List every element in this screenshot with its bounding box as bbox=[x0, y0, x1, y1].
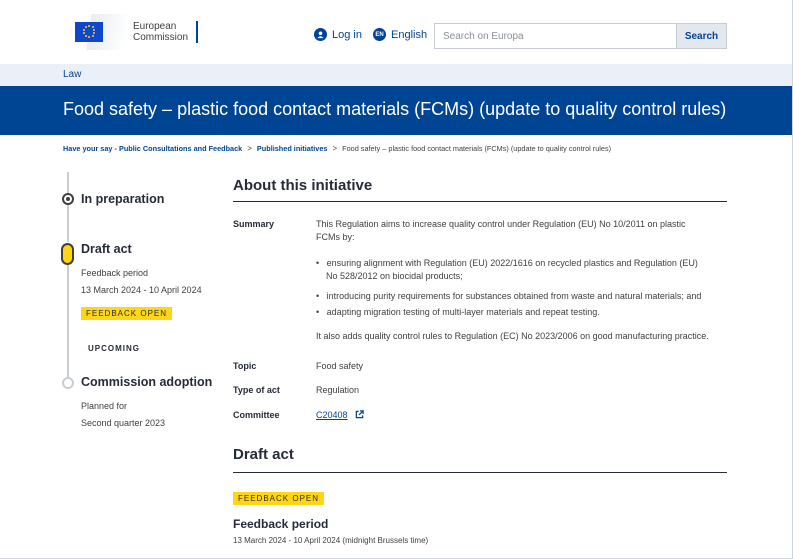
summary-intro-line-1: This Regulation aims to increase quality… bbox=[316, 219, 686, 229]
type-of-act-value: Regulation bbox=[316, 385, 360, 395]
timeline-dot-draft-active bbox=[61, 243, 74, 265]
section-divider bbox=[233, 472, 727, 473]
status-badge: FEEDBACK OPEN bbox=[233, 492, 325, 505]
page-frame: European Commission Log in EN English Se… bbox=[0, 0, 793, 559]
summary-bullet-text: introducing purity requirements for subs… bbox=[326, 291, 702, 301]
summary-bullet: adapting migration testing of multi-laye… bbox=[316, 306, 726, 319]
type-of-act-label: Type of act bbox=[233, 385, 280, 395]
timeline-line bbox=[67, 172, 69, 242]
breadcrumb-separator: > bbox=[332, 144, 338, 153]
breadcrumb-separator: > bbox=[247, 144, 252, 153]
timeline-dot-adoption bbox=[62, 377, 74, 389]
logo-line-2: Commission bbox=[133, 32, 189, 43]
timeline-draft-title: Draft act bbox=[81, 242, 132, 256]
site-header: European Commission Log in EN English Se… bbox=[0, 0, 792, 64]
law-bar: Law bbox=[0, 64, 792, 86]
about-heading: About this initiative bbox=[233, 177, 373, 194]
logo-line-1: European bbox=[133, 21, 177, 32]
user-icon bbox=[314, 28, 327, 41]
breadcrumb-item-current: Food safety – plastic food contact mater… bbox=[342, 144, 612, 153]
timeline-dot-preparation bbox=[62, 193, 74, 205]
status-badge: FEEDBACK OPEN bbox=[81, 307, 173, 320]
summary-bullet-text: adapting migration testing of multi-laye… bbox=[326, 307, 600, 317]
language-label: English bbox=[391, 28, 428, 41]
feedback-period-title: Feedback period bbox=[233, 517, 329, 531]
timeline-adoption-title: Commission adoption bbox=[81, 375, 213, 389]
summary-intro-line-2: FCMs by: bbox=[316, 232, 355, 242]
summary-label: Summary bbox=[233, 219, 275, 229]
timeline-draft-dates: 13 March 2024 - 10 April 2024 bbox=[81, 285, 202, 295]
page-title-bar: Food safety – plastic food contact mater… bbox=[0, 86, 792, 135]
language-icon: EN bbox=[373, 28, 386, 41]
summary-bullet: ensuring alignment with Regulation (EU) … bbox=[316, 257, 726, 283]
committee-value: C20408 bbox=[316, 409, 364, 423]
summary-bullet: introducing purity requirements for subs… bbox=[316, 290, 726, 303]
summary-outro: It also adds quality control rules to Re… bbox=[316, 331, 709, 341]
page-title: Food safety – plastic food contact mater… bbox=[63, 99, 727, 119]
timeline-draft-period-label: Feedback period bbox=[81, 268, 149, 278]
topic-label: Topic bbox=[233, 361, 257, 371]
timeline-upcoming-label: UPCOMING bbox=[88, 344, 140, 353]
summary-bullet-text: ensuring alignment with Regulation (EU) … bbox=[326, 258, 698, 268]
draft-act-heading: Draft act bbox=[233, 446, 294, 463]
section-divider bbox=[233, 201, 727, 202]
eu-flag-icon bbox=[75, 14, 130, 50]
timeline-adoption-planned-value: Second quarter 2023 bbox=[81, 418, 166, 428]
search-box: Search bbox=[434, 23, 727, 49]
draft-feedback-badge: FEEDBACK OPEN bbox=[233, 488, 325, 506]
breadcrumb-item-published-initiatives[interactable]: Published initiatives bbox=[257, 144, 328, 153]
timeline-adoption-planned-label: Planned for bbox=[81, 401, 128, 411]
timeline-preparation-title: In preparation bbox=[81, 192, 165, 206]
summary-bullet-text: No 528/2012 on biocidal products; bbox=[326, 271, 463, 281]
breadcrumb-item-have-your-say[interactable]: Have your say - Public Consultations and… bbox=[63, 144, 242, 153]
committee-link[interactable]: C20408 bbox=[316, 410, 348, 420]
login-label: Log in bbox=[332, 28, 362, 41]
external-link-icon[interactable] bbox=[355, 410, 364, 423]
search-input[interactable] bbox=[435, 24, 676, 48]
law-link[interactable]: Law bbox=[63, 69, 81, 80]
logo-text: European Commission bbox=[133, 21, 199, 43]
search-button[interactable]: Search bbox=[676, 24, 726, 48]
login-link[interactable]: Log in bbox=[314, 28, 362, 41]
committee-label: Committee bbox=[233, 410, 280, 420]
feedback-period-dates: 13 March 2024 - 10 April 2024 (midnight … bbox=[233, 536, 429, 545]
european-commission-logo[interactable]: European Commission bbox=[75, 14, 199, 50]
topic-value: Food safety bbox=[316, 361, 364, 371]
timeline-line bbox=[67, 262, 69, 382]
timeline-feedback-badge: FEEDBACK OPEN bbox=[81, 303, 173, 321]
language-selector[interactable]: EN English bbox=[373, 28, 427, 41]
breadcrumb: Have your say - Public Consultations and… bbox=[63, 144, 611, 153]
